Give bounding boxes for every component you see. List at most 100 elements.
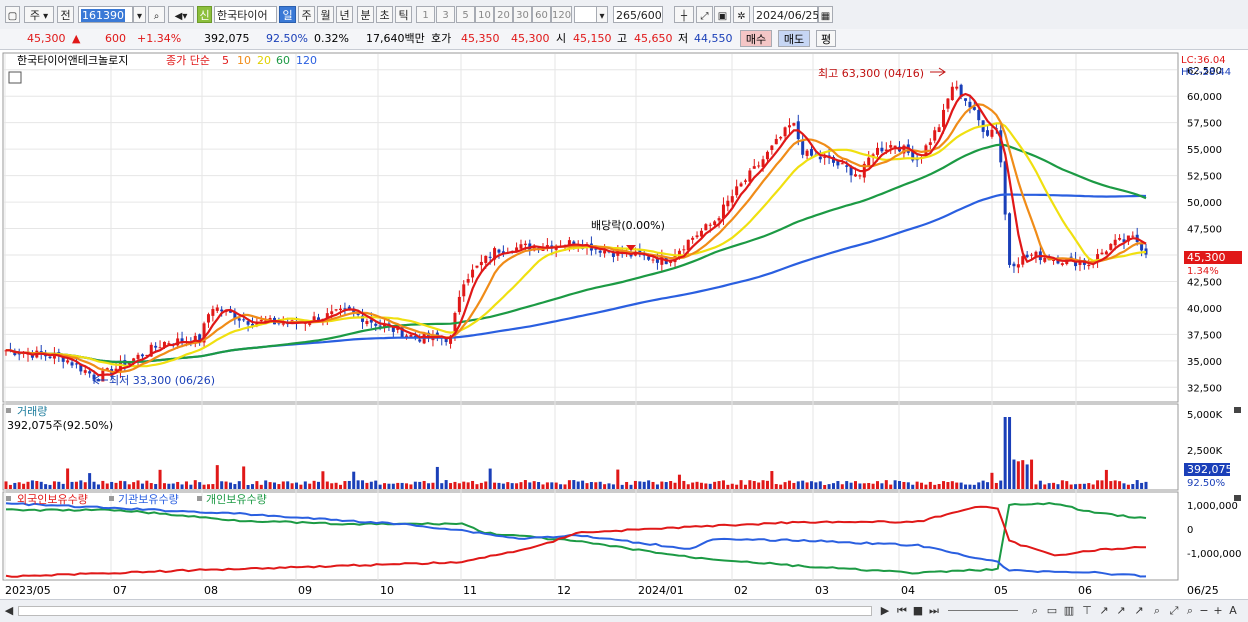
candle-body: [497, 249, 501, 253]
minus-icon[interactable]: −: [1198, 603, 1210, 618]
volume-bar: [607, 483, 611, 489]
candle-body: [466, 279, 470, 283]
volume-bar: [699, 482, 703, 489]
candle-body: [840, 163, 844, 165]
volume-bar: [431, 482, 435, 489]
candle-body: [876, 147, 880, 155]
sell-button[interactable]: 매도: [778, 30, 810, 47]
rewind-icon[interactable]: ⏮: [895, 603, 909, 618]
trend-icon[interactable]: ↗: [1132, 603, 1146, 618]
volume-bar: [713, 481, 717, 489]
zoom-in-icon[interactable]: ⌕: [1183, 603, 1197, 618]
volume-bar: [594, 482, 598, 489]
candle-body: [752, 166, 756, 169]
candle-body: [730, 196, 734, 203]
candle-body: [726, 200, 730, 207]
period-second[interactable]: 초: [376, 6, 393, 23]
layout-icon[interactable]: ▭: [1045, 603, 1059, 618]
eval-button[interactable]: 평: [816, 30, 836, 47]
mode-select[interactable]: 주 ▾: [24, 6, 54, 23]
candle-body: [237, 318, 241, 321]
volume-bar: [1003, 417, 1007, 489]
stock-chart[interactable]: 62,50060,00057,50055,00052,50050,00047,5…: [0, 51, 1248, 621]
volume-bar: [277, 484, 281, 489]
buy-button[interactable]: 매수: [740, 30, 772, 47]
plus-icon[interactable]: +: [1212, 603, 1224, 618]
interval-5[interactable]: 5: [456, 6, 475, 23]
volume-bar: [528, 482, 532, 489]
window-icon[interactable]: ▢: [5, 6, 20, 23]
volume-bar: [101, 480, 105, 489]
zoom-icon[interactable]: ⌕: [1028, 603, 1042, 618]
volume-bar: [1109, 481, 1113, 489]
horizontal-scrollbar[interactable]: [18, 606, 872, 616]
magnify-icon[interactable]: ⌕: [1150, 603, 1164, 618]
scroll-right-icon[interactable]: ▶: [880, 603, 890, 618]
interval-20[interactable]: 20: [494, 6, 513, 23]
period-year[interactable]: 년: [336, 6, 353, 23]
interval-30[interactable]: 30: [513, 6, 532, 23]
volume-bar: [66, 468, 70, 489]
interval-1[interactable]: 1: [416, 6, 435, 23]
volume-bar: [13, 482, 17, 489]
expand-icon[interactable]: ⤢: [1167, 603, 1181, 618]
volume-bar: [928, 481, 932, 489]
stop-icon[interactable]: ■: [912, 603, 924, 618]
interval-10[interactable]: 10: [475, 6, 494, 23]
code-dropdown-icon[interactable]: ▾: [133, 6, 146, 23]
ruler-icon[interactable]: ⊤: [1080, 603, 1094, 618]
candle-body: [986, 130, 990, 136]
candle-body: [955, 86, 959, 89]
date-input[interactable]: 2024/06/25: [753, 6, 819, 23]
candle-icon[interactable]: ┼: [674, 6, 694, 23]
high-price: 45,650: [634, 32, 673, 45]
stock-code-input[interactable]: 161390: [78, 6, 133, 23]
price-axis-label: 57,500: [1187, 119, 1222, 130]
volume-bar: [532, 481, 536, 489]
candle-body: [1003, 161, 1007, 215]
search-icon[interactable]: ⌕: [148, 6, 165, 23]
xaxis-label-11: 11: [463, 584, 477, 597]
volume-close-icon[interactable]: [1234, 407, 1241, 413]
candle-body: [488, 256, 492, 258]
period-minute[interactable]: 분: [357, 6, 374, 23]
volume-bar: [840, 484, 844, 489]
font-size-icon[interactable]: A: [1226, 603, 1240, 618]
zoom-slider[interactable]: [948, 610, 1018, 611]
line-icon[interactable]: ↗: [1114, 603, 1128, 618]
volume-bar: [228, 482, 232, 489]
save-icon[interactable]: ▣: [714, 6, 731, 23]
volume-bar: [1118, 481, 1122, 489]
draw-icon[interactable]: ↗: [1097, 603, 1111, 618]
period-day[interactable]: 일: [279, 6, 296, 23]
volume-bar: [198, 482, 202, 489]
volume-bar: [831, 483, 835, 489]
scroll-left-icon[interactable]: ◀: [4, 603, 14, 618]
speaker-icon[interactable]: ◀▾: [168, 6, 194, 23]
legend-institution: 기관보유수량: [118, 493, 179, 506]
volume: 392,075: [204, 32, 250, 45]
calendar-icon[interactable]: ▦: [818, 6, 833, 23]
volume-bar: [189, 484, 193, 489]
interval-dropdown-icon[interactable]: ▾: [596, 6, 608, 23]
table-icon[interactable]: [8, 71, 22, 84]
split-icon[interactable]: ▥: [1062, 603, 1076, 618]
forward-icon[interactable]: ⏭: [927, 603, 941, 618]
interval-60[interactable]: 60: [532, 6, 551, 23]
period-month[interactable]: 월: [317, 6, 334, 23]
crosshair-icon[interactable]: ⤢: [696, 6, 713, 23]
prev-button[interactable]: 전: [57, 6, 74, 23]
volume-bar: [457, 483, 461, 489]
period-tick[interactable]: 틱: [395, 6, 412, 23]
bar-count-input[interactable]: 265/600: [613, 6, 663, 23]
gear-icon[interactable]: ✲: [733, 6, 750, 23]
interval-120[interactable]: 120: [551, 6, 572, 23]
volume-bar: [1030, 459, 1034, 489]
interval-3[interactable]: 3: [436, 6, 455, 23]
holding-close-icon[interactable]: [1234, 495, 1241, 501]
volume-bar: [541, 484, 545, 489]
period-week[interactable]: 주: [298, 6, 315, 23]
open-label: 시: [556, 32, 567, 45]
volume-bar: [475, 484, 479, 489]
candle-body: [374, 323, 378, 326]
